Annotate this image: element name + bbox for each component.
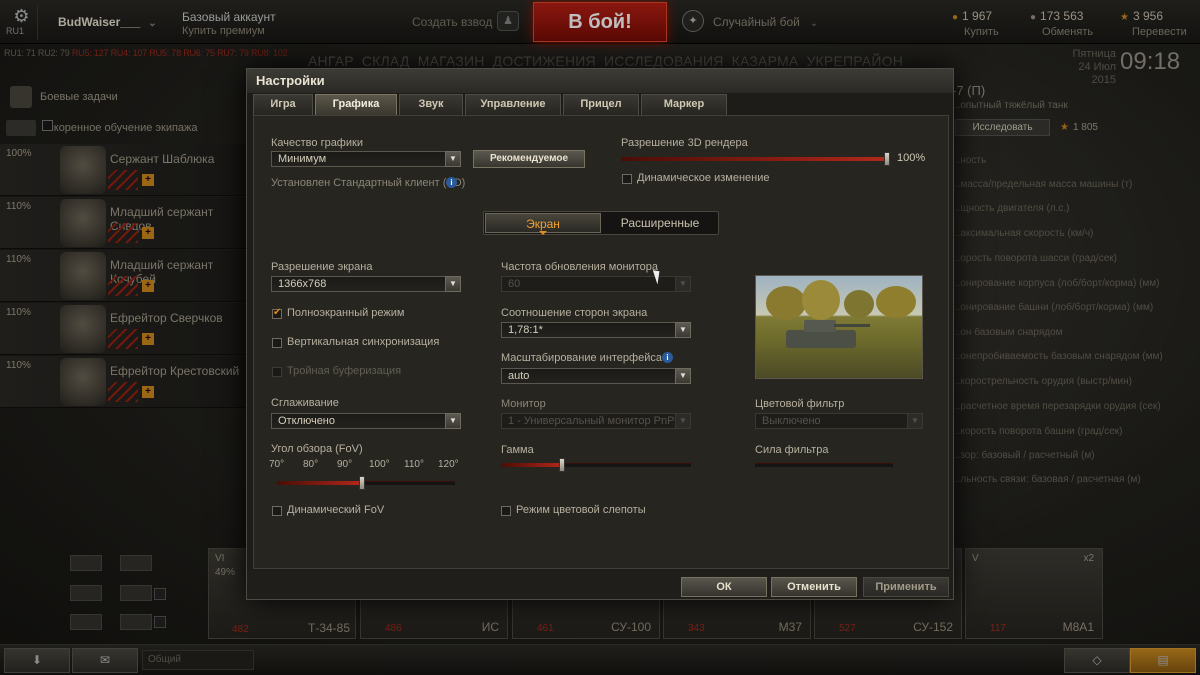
gamma-label: Гамма (501, 444, 534, 456)
color-filter-label: Цветовой фильтр (755, 398, 845, 410)
aspect-value: 1,78:1* (508, 324, 543, 336)
filter-strength-label: Сила фильтра (755, 444, 829, 456)
dropdown-arrow-icon: ▼ (445, 276, 461, 292)
monitor-value: 1 - Универсальный монитор PnP (Д... (508, 415, 691, 427)
fov-tick: 90° (337, 459, 353, 470)
fov-label: Угол обзора (FoV) (271, 443, 363, 455)
preview-tank (786, 330, 856, 348)
aspect-label: Соотношение сторон экрана (501, 307, 648, 319)
preview-gun (834, 324, 870, 327)
gamma-slider[interactable] (501, 458, 691, 472)
slider-fill (277, 481, 363, 485)
triple-buffer-label: Тройная буферизация (287, 365, 402, 377)
info-icon[interactable]: i (662, 352, 673, 363)
screen-subtabs: Экран Расширенные (483, 211, 719, 235)
slider-fill (501, 463, 562, 467)
graphics-preview-image (755, 275, 923, 379)
colorblind-checkbox[interactable] (501, 506, 511, 516)
tab-controls[interactable]: Управление (465, 94, 561, 115)
filter-strength-slider (755, 463, 893, 467)
fov-tick: 70° (269, 459, 285, 470)
preview-tree (766, 286, 806, 320)
fullscreen-checkbox[interactable] (272, 307, 282, 319)
tab-sight[interactable]: Прицел (563, 94, 639, 115)
fov-tick: 80° (303, 459, 319, 470)
preview-tree (802, 280, 840, 320)
slider-thumb[interactable] (884, 152, 890, 166)
quality-select[interactable]: Минимум ▼ (271, 151, 461, 167)
dropdown-arrow-icon: ▼ (675, 276, 691, 292)
aa-select[interactable]: Отключено ▼ (271, 413, 461, 429)
fov-tick: 120° (438, 459, 459, 470)
quality-label: Качество графики (271, 137, 363, 149)
monitor-label: Монитор (501, 398, 546, 410)
quality-value: Минимум (278, 153, 327, 165)
tab-markers[interactable]: Маркер (641, 94, 727, 115)
refresh-value: 60 (508, 278, 521, 290)
refresh-select: 60 ▼ (501, 276, 691, 292)
dropdown-arrow-icon: ▼ (907, 413, 923, 429)
vsync-label: Вертикальная синхронизация (287, 336, 440, 348)
apply-button[interactable]: Применить (863, 577, 949, 597)
triple-buffer-checkbox (272, 367, 282, 377)
tab-graphics[interactable]: Графика (315, 94, 397, 115)
tab-sound[interactable]: Звук (399, 94, 463, 115)
dropdown-arrow-icon: ▼ (445, 413, 461, 429)
info-icon[interactable]: i (446, 177, 457, 188)
dialog-title: Настройки (247, 69, 953, 93)
render-slider[interactable] (621, 152, 890, 166)
resolution-select[interactable]: 1366x768 ▼ (271, 276, 461, 292)
color-filter-value: Выключено (762, 415, 821, 427)
preview-turret (804, 320, 836, 332)
subtab-screen[interactable]: Экран (485, 213, 601, 235)
dynamic-change-label: Динамическое изменение (637, 172, 770, 184)
recommended-button[interactable]: Рекомендуемое (473, 150, 585, 168)
settings-dialog: Настройки Игра Графика Звук Управление П… (246, 68, 954, 600)
fov-slider[interactable] (277, 476, 455, 490)
slider-thumb[interactable] (359, 476, 366, 490)
dropdown-arrow-icon: ▼ (675, 322, 691, 338)
client-note: Установлен Стандартный клиент (SD) (271, 177, 466, 189)
fov-tick: 110° (404, 459, 424, 470)
cancel-button[interactable]: Отменить (771, 577, 857, 597)
dropdown-arrow-icon: ▼ (445, 151, 461, 167)
scale-value: auto (508, 370, 530, 382)
aa-value: Отключено (278, 415, 335, 427)
fov-tick: 100° (369, 459, 390, 470)
scale-label: Масштабирование интерфейса (501, 352, 662, 364)
render-label: Разрешение 3D рендера (621, 137, 748, 149)
color-filter-select: Выключено ▼ (755, 413, 923, 429)
subtab-advanced[interactable]: Расширенные (602, 213, 718, 233)
resolution-value: 1366x768 (278, 278, 327, 290)
dynamic-fov-checkbox[interactable] (272, 506, 282, 516)
fullscreen-label: Полноэкранный режим (287, 307, 405, 319)
aa-label: Сглаживание (271, 397, 339, 409)
slider-fill (621, 157, 887, 161)
monitor-select: 1 - Универсальный монитор PnP (Д... ▼ (501, 413, 691, 429)
vsync-checkbox[interactable] (272, 338, 282, 348)
dropdown-arrow-icon: ▼ (675, 414, 690, 428)
dropdown-arrow-icon: ▼ (675, 368, 691, 384)
resolution-label: Разрешение экрана (271, 261, 373, 273)
dynamic-change-checkbox[interactable] (622, 174, 632, 184)
dialog-footer: ОК Отменить Применить (247, 571, 953, 599)
ok-button[interactable]: ОК (681, 577, 767, 597)
dynamic-fov-label: Динамический FoV (287, 504, 385, 516)
refresh-label: Частота обновления монитора (501, 261, 658, 273)
aspect-select[interactable]: 1,78:1* ▼ (501, 322, 691, 338)
colorblind-label: Режим цветовой слепоты (516, 504, 646, 516)
render-value: 100% (897, 152, 926, 164)
scale-select[interactable]: auto ▼ (501, 368, 691, 384)
preview-tree (844, 290, 874, 318)
preview-tree (876, 286, 916, 318)
slider-thumb[interactable] (558, 458, 565, 472)
tab-game[interactable]: Игра (253, 94, 313, 115)
